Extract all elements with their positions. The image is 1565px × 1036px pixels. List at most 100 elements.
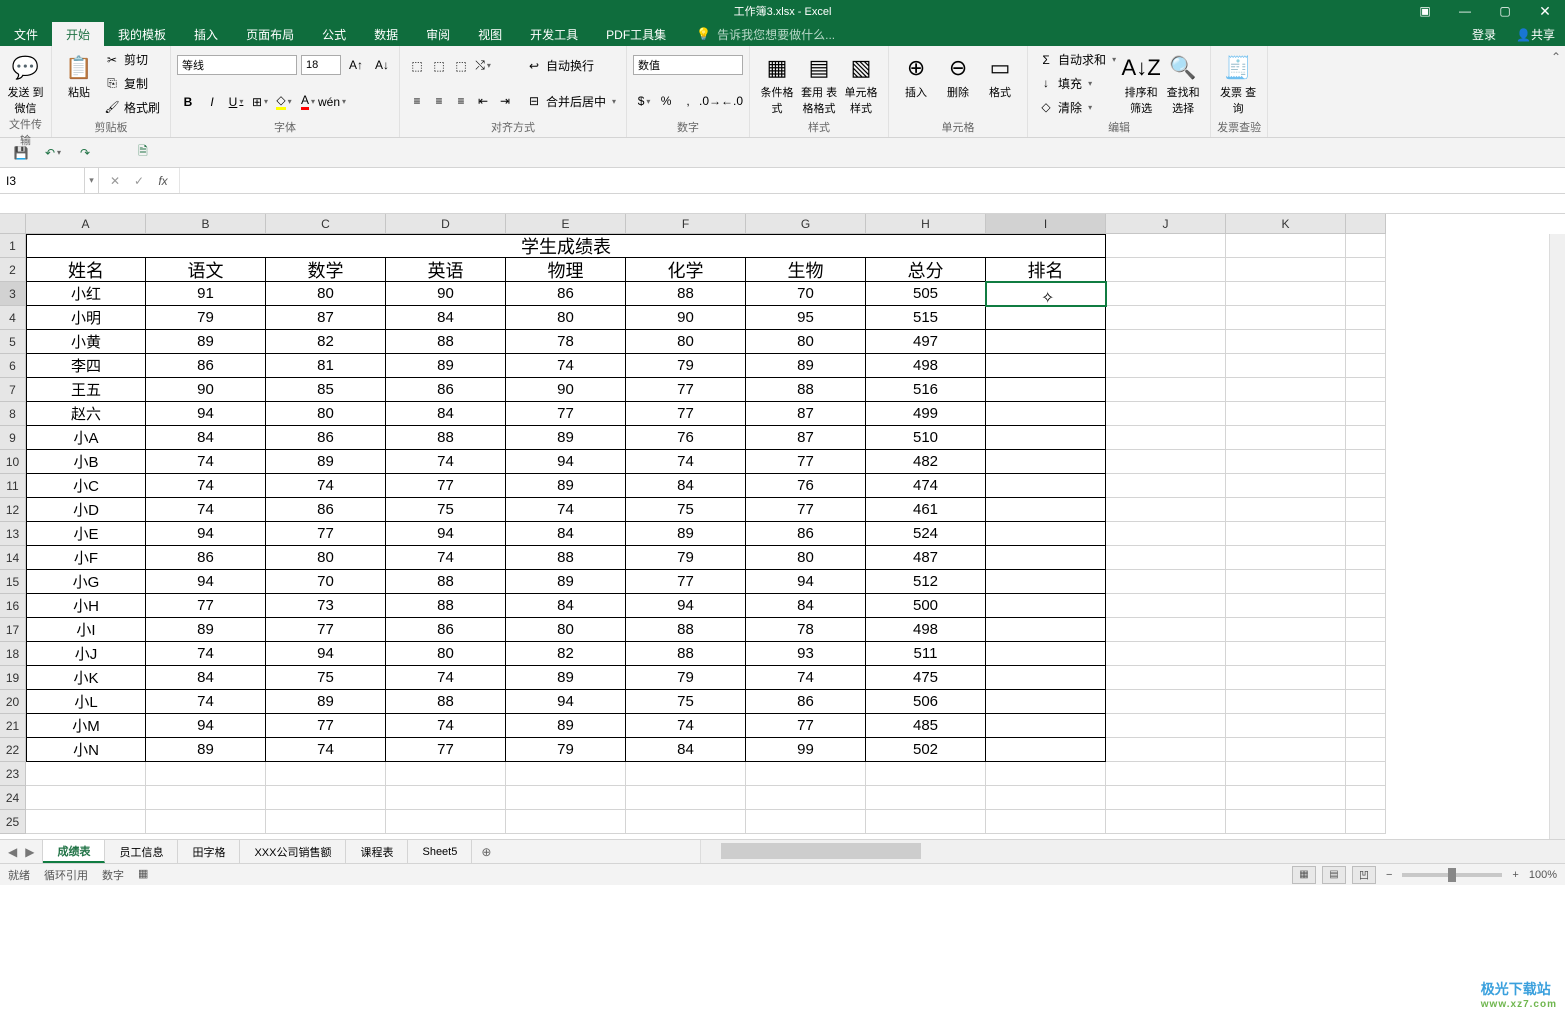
cell-B18[interactable]: 74 [146, 642, 266, 666]
cell-H4[interactable]: 515 [866, 306, 986, 330]
cell-H19[interactable]: 475 [866, 666, 986, 690]
cell-K21[interactable] [1226, 714, 1346, 738]
cell-K2[interactable] [1226, 258, 1346, 282]
cell-A19[interactable]: 小K [26, 666, 146, 690]
cell-C23[interactable] [266, 762, 386, 786]
cell-extra-9[interactable] [1346, 426, 1386, 450]
cell-extra-20[interactable] [1346, 690, 1386, 714]
cell-J17[interactable] [1106, 618, 1226, 642]
cell-D19[interactable]: 74 [386, 666, 506, 690]
cell-E9[interactable]: 89 [506, 426, 626, 450]
cell-J4[interactable] [1106, 306, 1226, 330]
login-button[interactable]: 登录 [1462, 26, 1506, 43]
align-bottom-button[interactable]: ⬚ [450, 55, 472, 77]
cell-H5[interactable]: 497 [866, 330, 986, 354]
cell-I14[interactable] [986, 546, 1106, 570]
insert-cells-button[interactable]: ⊕插入 [895, 48, 937, 119]
cell-extra-17[interactable] [1346, 618, 1386, 642]
cell-F22[interactable]: 84 [626, 738, 746, 762]
cell-A4[interactable]: 小明 [26, 306, 146, 330]
cell-I18[interactable] [986, 642, 1106, 666]
cell-F5[interactable]: 80 [626, 330, 746, 354]
cell-G19[interactable]: 74 [746, 666, 866, 690]
cell-extra-1[interactable] [1346, 234, 1386, 258]
cell-G15[interactable]: 94 [746, 570, 866, 594]
select-all-corner[interactable] [0, 214, 26, 234]
cell-C14[interactable]: 80 [266, 546, 386, 570]
cell-H8[interactable]: 499 [866, 402, 986, 426]
invoice-button[interactable]: 🧾发票 查询 [1217, 48, 1259, 119]
tab-templates[interactable]: 我的模板 [104, 22, 180, 46]
fx-button[interactable]: fx [151, 168, 175, 193]
cell-H13[interactable]: 524 [866, 522, 986, 546]
phonetic-button[interactable]: wén [321, 91, 343, 113]
cell-D12[interactable]: 75 [386, 498, 506, 522]
find-select-button[interactable]: 🔍查找和选择 [1162, 48, 1204, 119]
col-header-J[interactable]: J [1106, 214, 1226, 234]
col-header-H[interactable]: H [866, 214, 986, 234]
cell-C17[interactable]: 77 [266, 618, 386, 642]
sheet-tab-4[interactable]: 课程表 [346, 840, 408, 863]
cell-H15[interactable]: 512 [866, 570, 986, 594]
cell-C9[interactable]: 86 [266, 426, 386, 450]
row-header-21[interactable]: 21 [0, 714, 26, 738]
cell-F18[interactable]: 88 [626, 642, 746, 666]
cell-F7[interactable]: 77 [626, 378, 746, 402]
cell-I3[interactable]: ✧ [986, 282, 1106, 306]
cell-J20[interactable] [1106, 690, 1226, 714]
cell-K23[interactable] [1226, 762, 1346, 786]
cell-J19[interactable] [1106, 666, 1226, 690]
col-header-K[interactable]: K [1226, 214, 1346, 234]
cell-F14[interactable]: 79 [626, 546, 746, 570]
font-name-select[interactable] [177, 55, 297, 75]
fill-button[interactable]: ↓填充 [1034, 72, 1120, 94]
cell-A11[interactable]: 小C [26, 474, 146, 498]
cell-F19[interactable]: 79 [626, 666, 746, 690]
cell-C11[interactable]: 74 [266, 474, 386, 498]
cell-F12[interactable]: 75 [626, 498, 746, 522]
prev-sheet-icon[interactable]: ◀ [8, 845, 17, 859]
cell-F17[interactable]: 88 [626, 618, 746, 642]
cell-F8[interactable]: 77 [626, 402, 746, 426]
cell-C2[interactable]: 数学 [266, 258, 386, 282]
cell-B16[interactable]: 77 [146, 594, 266, 618]
clear-button[interactable]: ◇清除 [1034, 96, 1120, 118]
sheet-tab-2[interactable]: 田字格 [178, 840, 240, 863]
cell-K7[interactable] [1226, 378, 1346, 402]
col-header-B[interactable]: B [146, 214, 266, 234]
sheet-nav[interactable]: ◀▶ [0, 840, 43, 863]
cell-J13[interactable] [1106, 522, 1226, 546]
cell-D15[interactable]: 88 [386, 570, 506, 594]
tell-me[interactable]: 💡告诉我您想要做什么... [696, 22, 835, 46]
cell-K13[interactable] [1226, 522, 1346, 546]
cell-H25[interactable] [866, 810, 986, 834]
name-box[interactable] [0, 168, 85, 193]
next-sheet-icon[interactable]: ▶ [25, 845, 34, 859]
cell-A25[interactable] [26, 810, 146, 834]
cell-I19[interactable] [986, 666, 1106, 690]
cell-A20[interactable]: 小L [26, 690, 146, 714]
cell-B21[interactable]: 94 [146, 714, 266, 738]
cell-E15[interactable]: 89 [506, 570, 626, 594]
bold-button[interactable]: B [177, 91, 199, 113]
normal-view-button[interactable]: ▦ [1292, 866, 1316, 884]
cell-D3[interactable]: 90 [386, 282, 506, 306]
cell-G14[interactable]: 80 [746, 546, 866, 570]
cell-C5[interactable]: 82 [266, 330, 386, 354]
cell-J1[interactable] [1106, 234, 1226, 258]
row-header-24[interactable]: 24 [0, 786, 26, 810]
merge-center-button[interactable]: ⊟合并后居中 [522, 90, 620, 112]
col-header-I[interactable]: I [986, 214, 1106, 234]
share-button[interactable]: 👤共享 [1506, 26, 1565, 43]
cell-A9[interactable]: 小A [26, 426, 146, 450]
cell-D16[interactable]: 88 [386, 594, 506, 618]
sort-filter-button[interactable]: A↓Z排序和筛选 [1120, 48, 1162, 119]
percent-button[interactable]: % [655, 90, 677, 112]
cell-D6[interactable]: 89 [386, 354, 506, 378]
cell-F16[interactable]: 94 [626, 594, 746, 618]
cell-E23[interactable] [506, 762, 626, 786]
cell-B12[interactable]: 74 [146, 498, 266, 522]
tab-layout[interactable]: 页面布局 [232, 22, 308, 46]
cell-E16[interactable]: 84 [506, 594, 626, 618]
cell-I12[interactable] [986, 498, 1106, 522]
